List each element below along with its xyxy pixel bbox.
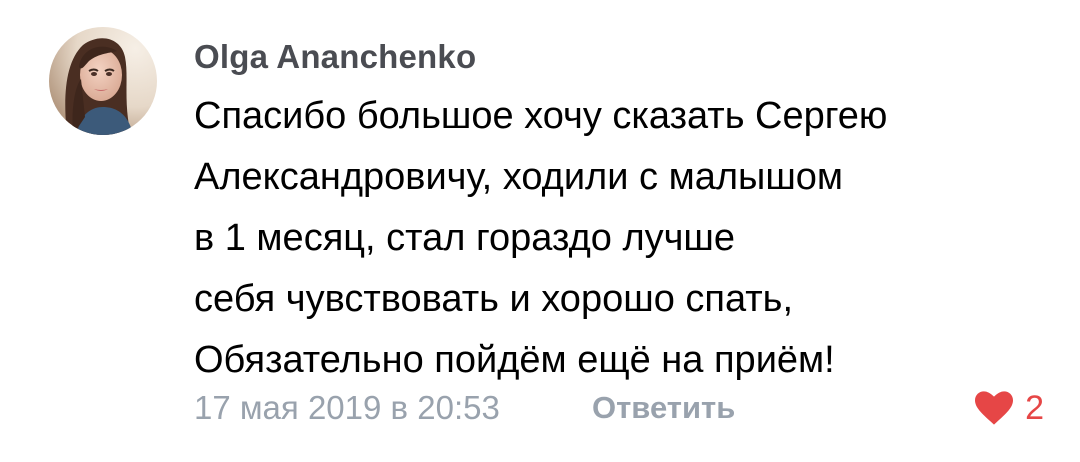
comment-body: Olga Ananchenko Спасибо большое хочу ска… [194, 36, 1054, 391]
comment-date: 17 мая 2019 в 20:53 [194, 389, 500, 426]
like-button[interactable]: 2 [975, 384, 1044, 432]
comment-meta: 17 мая 2019 в 20:53 Ответить 2 [194, 384, 1044, 432]
comment-text-line: себя чувствовать и хорошо спать, [194, 278, 794, 320]
comment: Olga Ananchenko Спасибо большое хочу ска… [0, 0, 1080, 462]
comment-text-line: Обязательно пойдём ещё на приём! [194, 339, 835, 381]
avatar-image [49, 27, 157, 135]
heart-icon [975, 391, 1014, 425]
comment-text-line: Александровичу, ходили с малышом [194, 156, 844, 198]
avatar[interactable] [49, 27, 157, 135]
like-count: 2 [1025, 389, 1044, 427]
comment-text-line: Спасибо большое хочу сказать Сергею [194, 95, 888, 137]
reply-button[interactable]: Ответить [592, 388, 735, 428]
author-name[interactable]: Olga Ananchenko [194, 36, 1054, 78]
comment-text: Спасибо большое хочу сказать Сергею Алек… [194, 86, 1054, 391]
comment-text-line: в 1 месяц, стал гораздо лучше [194, 217, 736, 259]
